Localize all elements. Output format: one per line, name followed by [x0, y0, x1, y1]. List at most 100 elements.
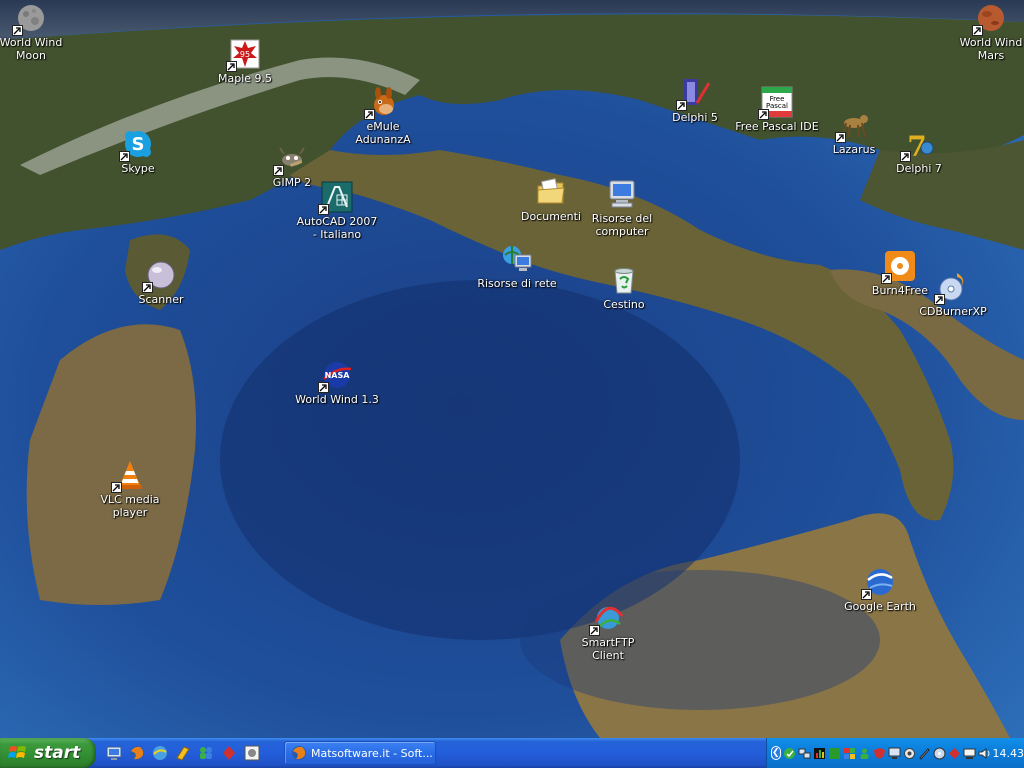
desktop-icon-label: Cestino — [603, 298, 645, 311]
tray-icon-network[interactable] — [798, 747, 811, 760]
desktop[interactable]: World Wind Moon 95 Maple 9.5 eMule Aduna… — [0, 0, 1024, 738]
quick-launch-firefox[interactable] — [127, 743, 147, 763]
shortcut-arrow-icon — [318, 382, 329, 393]
desktop-icon-label: AutoCAD 2007 - Italiano — [296, 215, 378, 241]
shield-icon — [873, 747, 885, 759]
quick-launch-desktop[interactable] — [104, 743, 124, 763]
desktop-icon-label: eMule AdunanzA — [355, 120, 411, 146]
taskbar-window-title: Matsoftware.it - Soft... — [311, 746, 433, 760]
desktop-icon-world-wind[interactable]: NASA World Wind 1.3 — [295, 359, 379, 406]
desktop-icon-label: World Wind 1.3 — [295, 393, 379, 406]
shortcut-arrow-icon — [12, 25, 23, 36]
speaker-icon — [978, 747, 990, 759]
svg-text:NASA: NASA — [325, 371, 351, 380]
desktop-icon-cdburnerxp[interactable]: CDBurnerXP — [911, 271, 995, 318]
desktop-icon — [106, 746, 122, 760]
tray-icon-security[interactable] — [873, 747, 886, 760]
app-icon — [948, 747, 960, 759]
shortcut-arrow-icon — [881, 273, 892, 284]
desktop-icon-autocad[interactable]: AutoCAD 2007 - Italiano — [295, 181, 379, 241]
tray-icon-app[interactable] — [948, 747, 961, 760]
tray-icon-contacts[interactable] — [858, 747, 871, 760]
media-icon — [176, 746, 190, 761]
desktop-icon-risorse-di-rete[interactable]: Risorse di rete — [475, 243, 559, 290]
tray-icon-cd[interactable] — [933, 747, 946, 760]
cd-icon — [933, 747, 946, 759]
desktop-icon-label: Risorse del computer — [591, 212, 653, 238]
documents-folder-icon — [537, 178, 565, 204]
desktop-icon-label: Skype — [121, 162, 155, 175]
desktop-icon-label: World Wind Mars — [959, 36, 1023, 62]
desktop-icon-world-wind-moon[interactable]: World Wind Moon — [0, 2, 73, 62]
desktop-icon-label: CDBurnerXP — [919, 305, 987, 318]
system-tray: ❮ 14.43 — [766, 738, 1024, 768]
desktop-icon-delphi5[interactable]: Delphi 5 — [653, 77, 737, 124]
desktop-icon-emule[interactable]: eMule AdunanzA — [341, 86, 425, 146]
svg-text:S: S — [132, 134, 145, 155]
shortcut-arrow-icon — [589, 625, 600, 636]
desktop-icon-label: VLC media player — [100, 493, 160, 519]
shortcut-arrow-icon — [111, 482, 122, 493]
firefox-icon — [292, 746, 306, 760]
status-icon — [828, 747, 840, 759]
tray-icon-display[interactable] — [963, 747, 976, 760]
taskbar: start Matsoftware.it - Soft... ❮ 14.43 — [0, 738, 1024, 768]
desktop-icon-cestino[interactable]: Cestino — [582, 264, 666, 311]
taskbar-clock[interactable]: 14.43 — [993, 747, 1024, 760]
desktop-icon-vlc[interactable]: VLC media player — [88, 459, 172, 519]
desktop-icon-label: Maple 9.5 — [217, 72, 273, 85]
desktop-icon-world-wind-mars[interactable]: World Wind Mars — [949, 2, 1024, 62]
quick-launch-screen[interactable] — [242, 743, 262, 763]
messenger-icon — [200, 747, 212, 759]
my-computer-icon — [609, 180, 635, 208]
quick-launch-media[interactable] — [173, 743, 193, 763]
windows-logo-icon — [8, 746, 26, 758]
tray-expand-icon[interactable]: ❮ — [771, 746, 781, 760]
tool-icon — [903, 747, 915, 759]
desktop-icon-skype[interactable]: S Skype — [96, 128, 180, 175]
tray-icon-volume[interactable] — [978, 747, 991, 760]
screen-icon — [244, 745, 260, 761]
tray-icon-meter[interactable] — [813, 747, 826, 760]
desktop-icon-scanner[interactable]: Scanner — [119, 259, 203, 306]
shortcut-arrow-icon — [972, 25, 983, 36]
desktop-icon-risorse-del-computer[interactable]: Risorse del computer — [580, 178, 664, 238]
network-icon — [798, 748, 811, 758]
tray-icon-skype[interactable] — [783, 747, 796, 760]
tray-icon-color[interactable] — [843, 747, 856, 760]
desktop-icon-label: Google Earth — [844, 600, 916, 613]
desktop-icon-label: Delphi 5 — [672, 111, 718, 124]
taskbar-window-button[interactable]: Matsoftware.it - Soft... — [284, 741, 436, 765]
meter-icon — [813, 747, 825, 759]
quick-launch-messenger[interactable] — [196, 743, 216, 763]
desktop-icon-label: World Wind Moon — [0, 36, 63, 62]
browser-icon — [153, 746, 167, 760]
shortcut-arrow-icon — [835, 132, 846, 143]
quick-launch-browser[interactable] — [150, 743, 170, 763]
desktop-icon-smartftp[interactable]: SmartFTP Client — [566, 602, 650, 662]
start-button[interactable]: start — [0, 738, 96, 768]
shortcut-arrow-icon — [861, 589, 872, 600]
tray-icon-pen[interactable] — [918, 747, 931, 760]
shortcut-arrow-icon — [142, 282, 153, 293]
shortcut-arrow-icon — [273, 165, 284, 176]
firefox-icon — [130, 746, 144, 760]
tray-icon-monitor[interactable] — [888, 747, 901, 760]
shortcut-arrow-icon — [318, 204, 329, 215]
shortcut-arrow-icon — [226, 61, 237, 72]
desktop-icon-maple[interactable]: 95 Maple 9.5 — [203, 38, 287, 85]
tray-icon-tool[interactable] — [903, 747, 916, 760]
quick-launch-app[interactable] — [219, 743, 239, 763]
display-icon — [963, 748, 976, 759]
shortcut-arrow-icon — [364, 109, 375, 120]
desktop-icon-label: Free Pascal IDE — [735, 120, 819, 133]
color-icon — [843, 747, 855, 759]
desktop-icon-free-pascal[interactable]: Free Pascal Free Pascal IDE — [735, 86, 819, 133]
desktop-icon-delphi7[interactable]: 7 Delphi 7 — [877, 128, 961, 175]
monitor-icon — [888, 747, 901, 759]
shortcut-arrow-icon — [676, 100, 687, 111]
shortcut-arrow-icon — [758, 109, 769, 120]
desktop-icon-google-earth[interactable]: Google Earth — [838, 566, 922, 613]
shortcut-arrow-icon — [119, 151, 130, 162]
tray-icon-green[interactable] — [828, 747, 841, 760]
